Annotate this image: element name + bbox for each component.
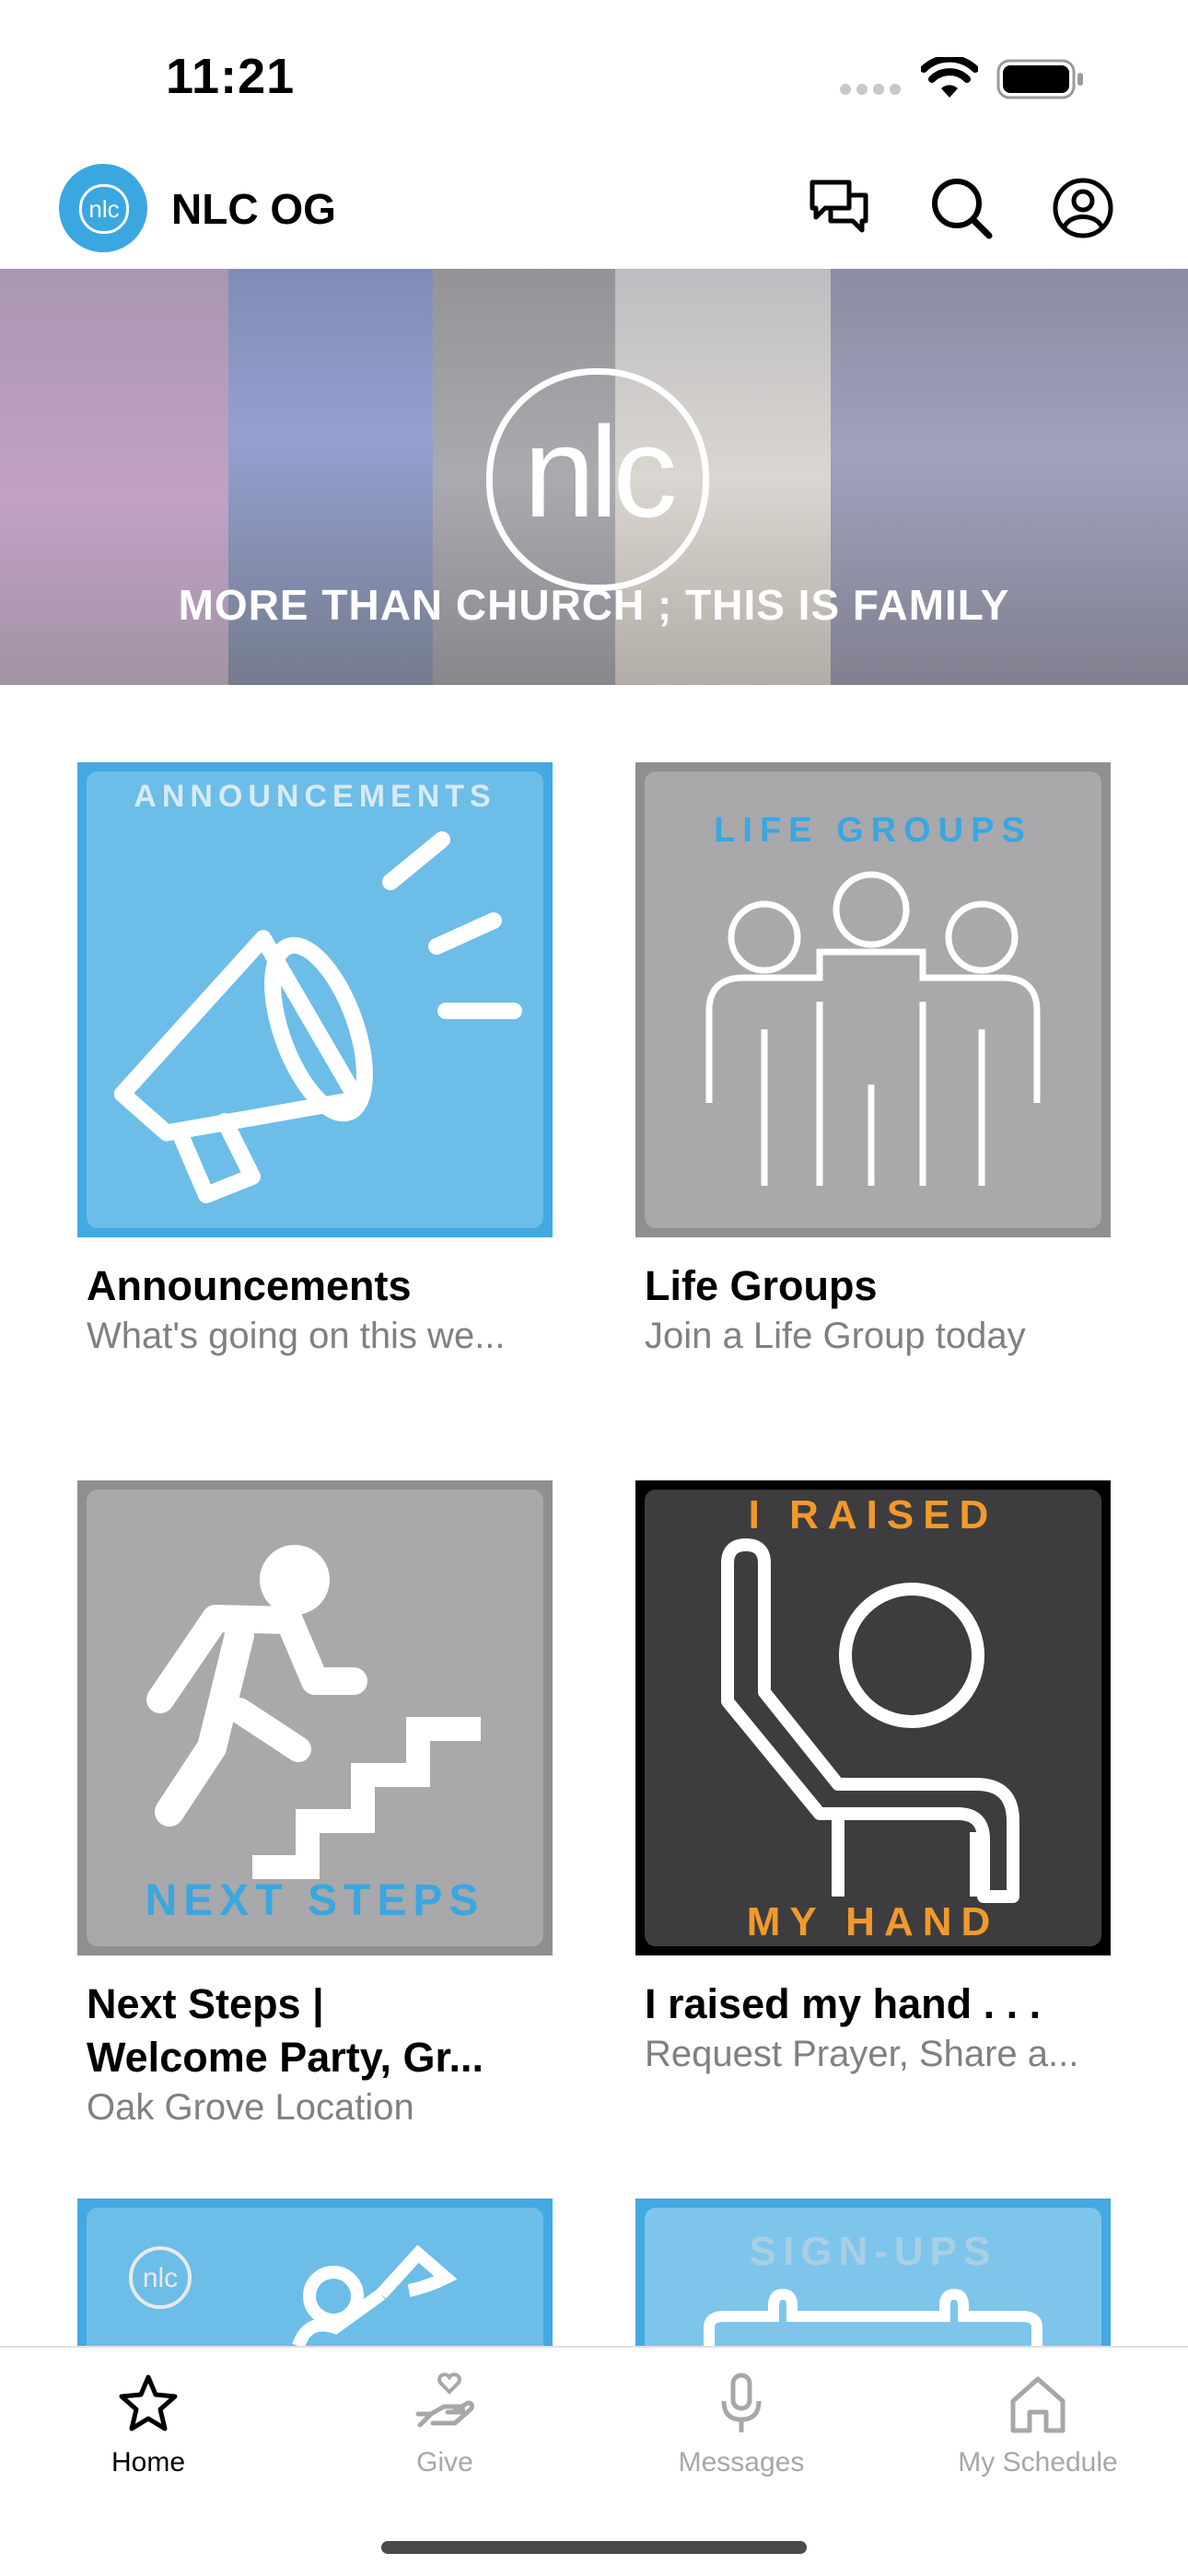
hero-banner[interactable]: nlc MORE THAN CHURCH ; THIS IS FAMILY <box>0 269 1188 685</box>
tile-title: Next Steps | Welcome Party, Gr... <box>87 1978 565 2084</box>
wifi-icon <box>921 57 978 98</box>
battery-icon <box>996 59 1083 99</box>
app-logo: nlc <box>59 164 147 252</box>
tab-messages[interactable]: Messages <box>593 2348 890 2486</box>
give-icon <box>415 2373 474 2428</box>
flag-climber-image: nlc <box>77 2199 553 2346</box>
tile-title: Announcements <box>87 1262 412 1309</box>
raised-hand-text-top: I RAISED <box>749 1492 998 1537</box>
house-icon <box>1010 2376 1066 2433</box>
raised-hand-text-bottom: MY HAND <box>747 1899 1000 1944</box>
tab-label: Home <box>111 2447 186 2477</box>
raised-hand-image: I RAISED MY HAND <box>635 1480 1111 1955</box>
star-icon <box>119 2374 178 2431</box>
tab-label: My Schedule <box>958 2447 1118 2477</box>
tile-title-line-2: Welcome Party, Gr... <box>87 2034 484 2081</box>
profile-button[interactable] <box>1048 173 1118 243</box>
banner-tagline: MORE THAN CHURCH ; THIS IS FAMILY <box>178 581 1010 629</box>
tile-title-line-1: Next Steps | <box>87 1980 324 2027</box>
search-icon <box>932 179 993 239</box>
microphone-icon <box>721 2373 762 2432</box>
announcements-image-text: ANNOUNCEMENTS <box>134 779 495 814</box>
tab-my-schedule[interactable]: My Schedule <box>890 2348 1186 2486</box>
app-header: nlc NLC OG <box>0 147 1188 269</box>
app-title: NLC OG <box>171 185 336 233</box>
sign-ups-image-text: SIGN-UPS <box>750 2229 997 2274</box>
home-indicator[interactable] <box>381 2541 807 2554</box>
announcements-image: ANNOUNCEMENTS <box>77 762 553 1237</box>
search-button[interactable] <box>926 173 996 243</box>
tab-label: Messages <box>678 2447 805 2477</box>
tab-give[interactable]: Give <box>297 2348 593 2486</box>
status-bar: 11:21 <box>0 0 1188 147</box>
life-groups-image-text: LIFE GROUPS <box>714 811 1032 850</box>
sign-ups-image: SIGN-UPS <box>635 2199 1111 2346</box>
tile-title: I raised my hand . . . <box>645 1980 1042 2027</box>
tile-subtitle: Request Prayer, Share a... <box>645 2034 1079 2074</box>
tile-title: Life Groups <box>645 1262 878 1309</box>
tile-subtitle: Join a Life Group today <box>645 1316 1026 1356</box>
tile-subtitle: Oak Grove Location <box>87 2087 414 2128</box>
chat-button[interactable] <box>805 173 875 243</box>
banner-logo: nlc <box>486 368 709 591</box>
app-logo-text: nlc <box>79 184 129 234</box>
chat-icon <box>809 180 868 233</box>
life-groups-image: LIFE GROUPS <box>635 762 1111 1237</box>
status-time: 11:21 <box>166 49 296 104</box>
tile-logo-text: nlc <box>143 2263 178 2293</box>
signal-icon <box>840 83 906 99</box>
tab-home[interactable]: Home <box>0 2348 297 2486</box>
next-steps-image: NEXT STEPS <box>77 1480 553 1955</box>
tile-subtitle: What's going on this we... <box>87 1316 506 1356</box>
profile-icon <box>1053 178 1113 238</box>
next-steps-image-text: NEXT STEPS <box>146 1876 485 1925</box>
tab-label: Give <box>416 2447 473 2477</box>
